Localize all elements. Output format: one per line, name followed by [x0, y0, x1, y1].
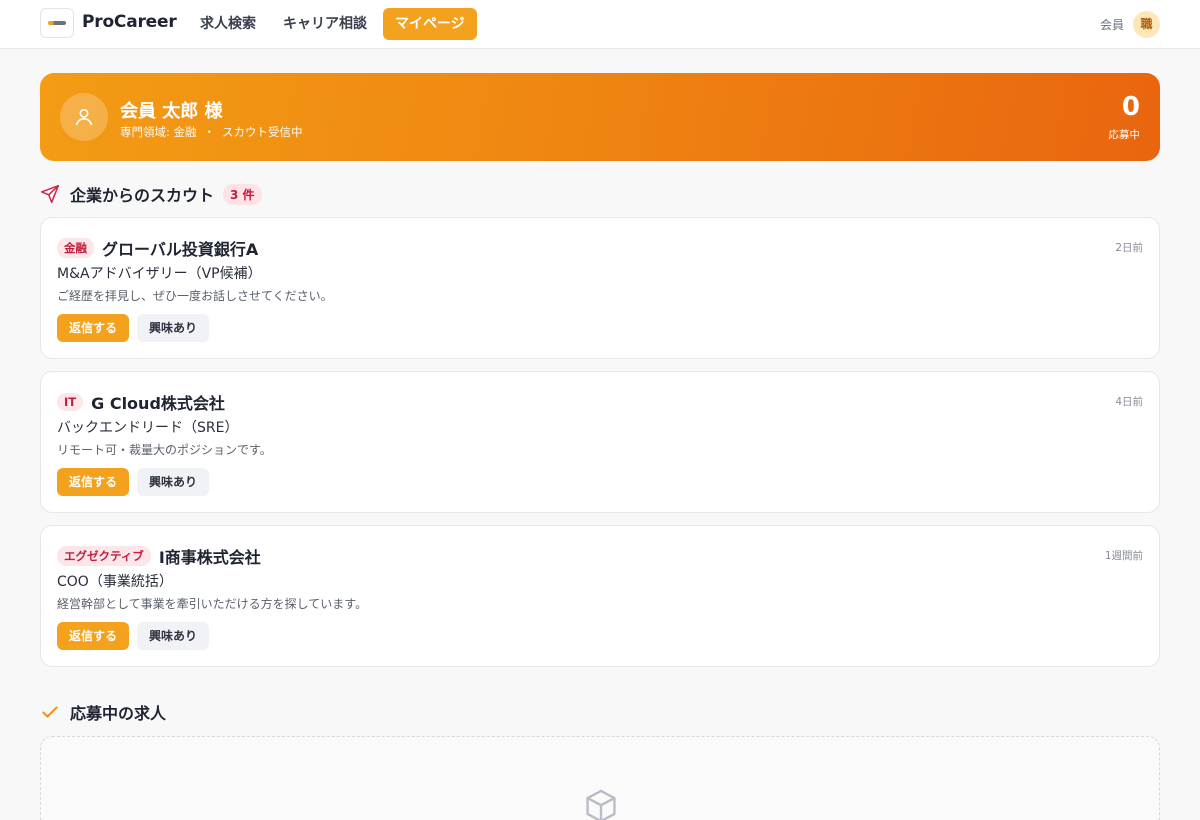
profile-summary-banner: 会員 太郎 様 専門領域: 金融・スカウト受信中 0 応募中 — [40, 73, 1160, 161]
applications-section-title: 応募中の求人 — [70, 704, 167, 723]
nav-my-page[interactable]: マイページ — [383, 8, 477, 40]
industry-tag: 金融 — [57, 238, 94, 258]
industry-tag: IT — [57, 393, 84, 411]
scouts-section-title: 企業からのスカウト — [70, 186, 215, 205]
scout-card-header: IT G Cloud株式会社 — [57, 390, 225, 414]
scout-message: ご経歴を拝見し、ぜひ一度お話しさせてください。 — [57, 289, 333, 303]
user-avatar[interactable]: 職 — [1133, 11, 1160, 38]
check-icon — [42, 706, 58, 718]
interested-button[interactable]: 興味あり — [137, 468, 210, 496]
scout-message: リモート可・裁量大のポジションです。 — [57, 443, 272, 457]
scout-card-header: 金融 グローバル投資銀行A — [57, 236, 258, 260]
company-name: I商事株式会社 — [158, 548, 261, 567]
member-label: 会員 — [1100, 18, 1125, 32]
scout-card[interactable]: 金融 グローバル投資銀行A 2日前 M&Aアドバイザリー（VP候補） ご経歴を拝… — [40, 217, 1160, 359]
scout-card[interactable]: IT G Cloud株式会社 4日前 バックエンドリード（SRE） リモート可・… — [40, 371, 1160, 513]
position-title: COO（事業統括） — [57, 574, 173, 590]
application-count: 0 — [1121, 92, 1140, 122]
reply-button[interactable]: 返信する — [57, 468, 130, 496]
specialty-field: 専門領域: 金融 — [120, 125, 197, 139]
nav-career-consultation[interactable]: キャリア相談 — [271, 8, 379, 40]
applications-section-header: 応募中の求人 — [40, 700, 166, 724]
user-name: 会員 太郎 様 — [120, 101, 223, 122]
scouts-section-header: 企業からのスカウト 3 件 — [40, 182, 262, 206]
company-name: G Cloud株式会社 — [91, 394, 225, 413]
brand-name[interactable]: ProCareer — [82, 12, 177, 32]
position-title: M&Aアドバイザリー（VP候補） — [57, 266, 262, 282]
application-count-label: 応募中 — [1108, 129, 1141, 141]
scout-card[interactable]: エグゼクティブ I商事株式会社 1週間前 COO（事業統括） 経営幹部として事業… — [40, 525, 1160, 667]
company-name: グローバル投資銀行A — [102, 240, 259, 259]
scout-status: スカウト受信中 — [222, 125, 303, 139]
industry-tag: エグゼクティブ — [57, 546, 151, 566]
received-time: 2日前 — [1115, 242, 1143, 254]
reply-button[interactable]: 返信する — [57, 622, 130, 650]
user-icon — [60, 93, 108, 141]
scout-card-header: エグゼクティブ I商事株式会社 — [57, 544, 261, 568]
logo-mark-icon — [48, 21, 66, 25]
scout-count-badge: 3 件 — [223, 183, 262, 205]
top-navigation-bar: ProCareer 求人検索 キャリア相談 マイページ 会員 職 — [0, 0, 1200, 49]
box-icon — [586, 789, 616, 820]
reply-button[interactable]: 返信する — [57, 314, 130, 342]
interested-button[interactable]: 興味あり — [137, 314, 210, 342]
scout-message: 経営幹部として事業を牽引いただける方を探しています。 — [57, 597, 368, 611]
logo[interactable] — [40, 8, 74, 38]
applications-empty-state — [40, 736, 1160, 820]
nav-job-search[interactable]: 求人検索 — [188, 8, 268, 40]
meta-separator: ・ — [203, 125, 216, 139]
interested-button[interactable]: 興味あり — [137, 622, 210, 650]
position-title: バックエンドリード（SRE） — [57, 420, 239, 436]
received-time: 1週間前 — [1104, 550, 1143, 562]
user-profile-meta: 専門領域: 金融・スカウト受信中 — [120, 124, 303, 140]
received-time: 4日前 — [1115, 396, 1143, 408]
paper-plane-icon — [40, 184, 60, 204]
